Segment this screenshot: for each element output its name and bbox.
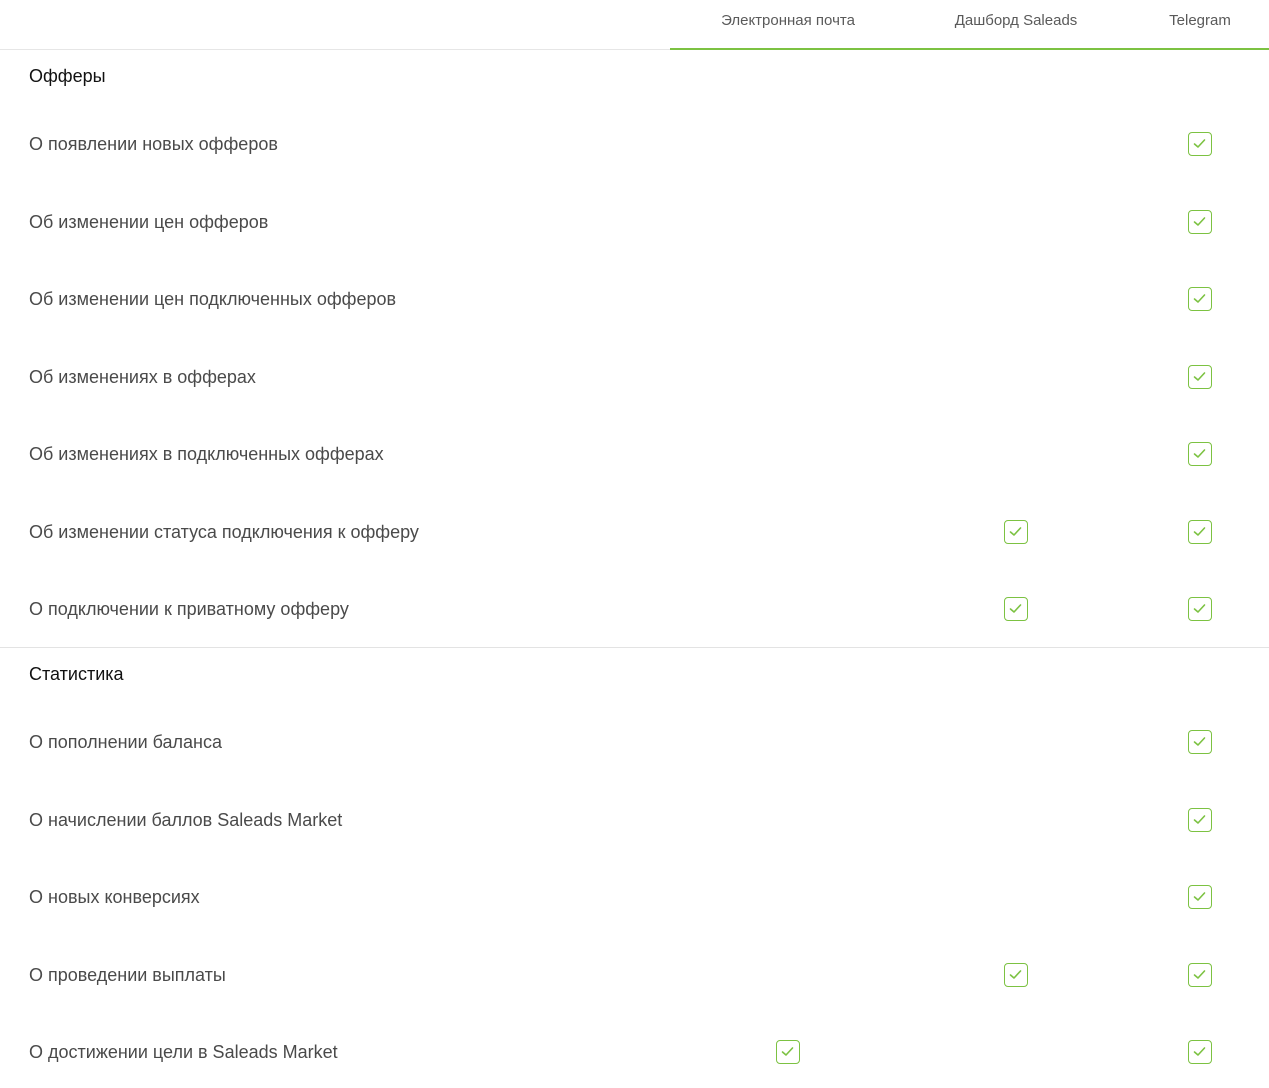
notification-row: Об изменении статуса подключения к оффер… (0, 512, 1269, 552)
header-accent-underline (670, 48, 1269, 50)
telegram-checkbox[interactable] (1188, 730, 1212, 754)
check-icon (1193, 737, 1206, 746)
telegram-checkbox[interactable] (1188, 442, 1212, 466)
email-checkbox[interactable] (776, 1040, 800, 1064)
check-icon (1193, 604, 1206, 613)
notification-label: О достижении цели в Saleads Market (29, 1042, 338, 1062)
check-icon (1193, 527, 1206, 536)
telegram-checkbox[interactable] (1188, 1040, 1212, 1064)
check-icon (1009, 527, 1022, 536)
check-icon (1009, 604, 1022, 613)
notification-label: Об изменениях в подключенных офферах (29, 444, 384, 464)
check-icon (1193, 815, 1206, 824)
notification-row: Об изменении цен подключенных офферов (0, 279, 1269, 319)
telegram-checkbox[interactable] (1188, 963, 1212, 987)
notification-row: О достижении цели в Saleads Market (0, 1032, 1269, 1072)
telegram-checkbox[interactable] (1188, 885, 1212, 909)
check-icon (1193, 1047, 1206, 1056)
column-header-dashboard: Дашборд Saleads (954, 12, 1078, 29)
notification-label: О проведении выплаты (29, 965, 226, 985)
notification-label: О появлении новых офферов (29, 134, 278, 154)
telegram-checkbox[interactable] (1188, 210, 1212, 234)
notification-row: О появлении новых офферов (0, 124, 1269, 164)
notification-label: О начислении баллов Saleads Market (29, 810, 343, 830)
check-icon (1193, 294, 1206, 303)
dashboard-checkbox[interactable] (1004, 963, 1028, 987)
check-icon (1193, 892, 1206, 901)
notification-row: Об изменениях в офферах (0, 357, 1269, 397)
notification-row: О начислении баллов Saleads Market (0, 800, 1269, 840)
dashboard-checkbox[interactable] (1004, 520, 1028, 544)
notification-label: Об изменениях в офферах (29, 367, 256, 387)
telegram-checkbox[interactable] (1188, 597, 1212, 621)
section-title: Статистика (29, 664, 124, 684)
check-icon (781, 1047, 794, 1056)
telegram-checkbox[interactable] (1188, 287, 1212, 311)
telegram-checkbox[interactable] (1188, 808, 1212, 832)
telegram-checkbox[interactable] (1188, 132, 1212, 156)
column-header-telegram: Telegram (1169, 12, 1231, 29)
notification-row: О подключении к приватному офферу (0, 589, 1269, 629)
check-icon (1193, 449, 1206, 458)
notification-label: О новых конверсиях (29, 887, 200, 907)
notification-label: О подключении к приватному офферу (29, 599, 349, 619)
column-header-email: Электронная почта (721, 12, 855, 29)
notification-label: Об изменении статуса подключения к оффер… (29, 522, 419, 542)
notification-label: Об изменении цен офферов (29, 212, 269, 232)
notification-row: О пополнении баланса (0, 722, 1269, 762)
check-icon (1009, 970, 1022, 979)
section-title: Офферы (29, 66, 106, 86)
dashboard-checkbox[interactable] (1004, 597, 1028, 621)
telegram-checkbox[interactable] (1188, 365, 1212, 389)
notification-row: О новых конверсиях (0, 877, 1269, 917)
check-icon (1193, 372, 1206, 381)
notification-settings-header: Электронная почта Дашборд Saleads Telegr… (0, 0, 1269, 50)
notification-row: Об изменении цен офферов (0, 202, 1269, 242)
notification-label: О пополнении баланса (29, 732, 222, 752)
check-icon (1193, 970, 1206, 979)
section-divider (0, 647, 1269, 648)
notification-row: Об изменениях в подключенных офферах (0, 434, 1269, 474)
check-icon (1193, 139, 1206, 148)
telegram-checkbox[interactable] (1188, 520, 1212, 544)
check-icon (1193, 217, 1206, 226)
notification-row: О проведении выплаты (0, 955, 1269, 995)
notification-label: Об изменении цен подключенных офферов (29, 289, 397, 309)
